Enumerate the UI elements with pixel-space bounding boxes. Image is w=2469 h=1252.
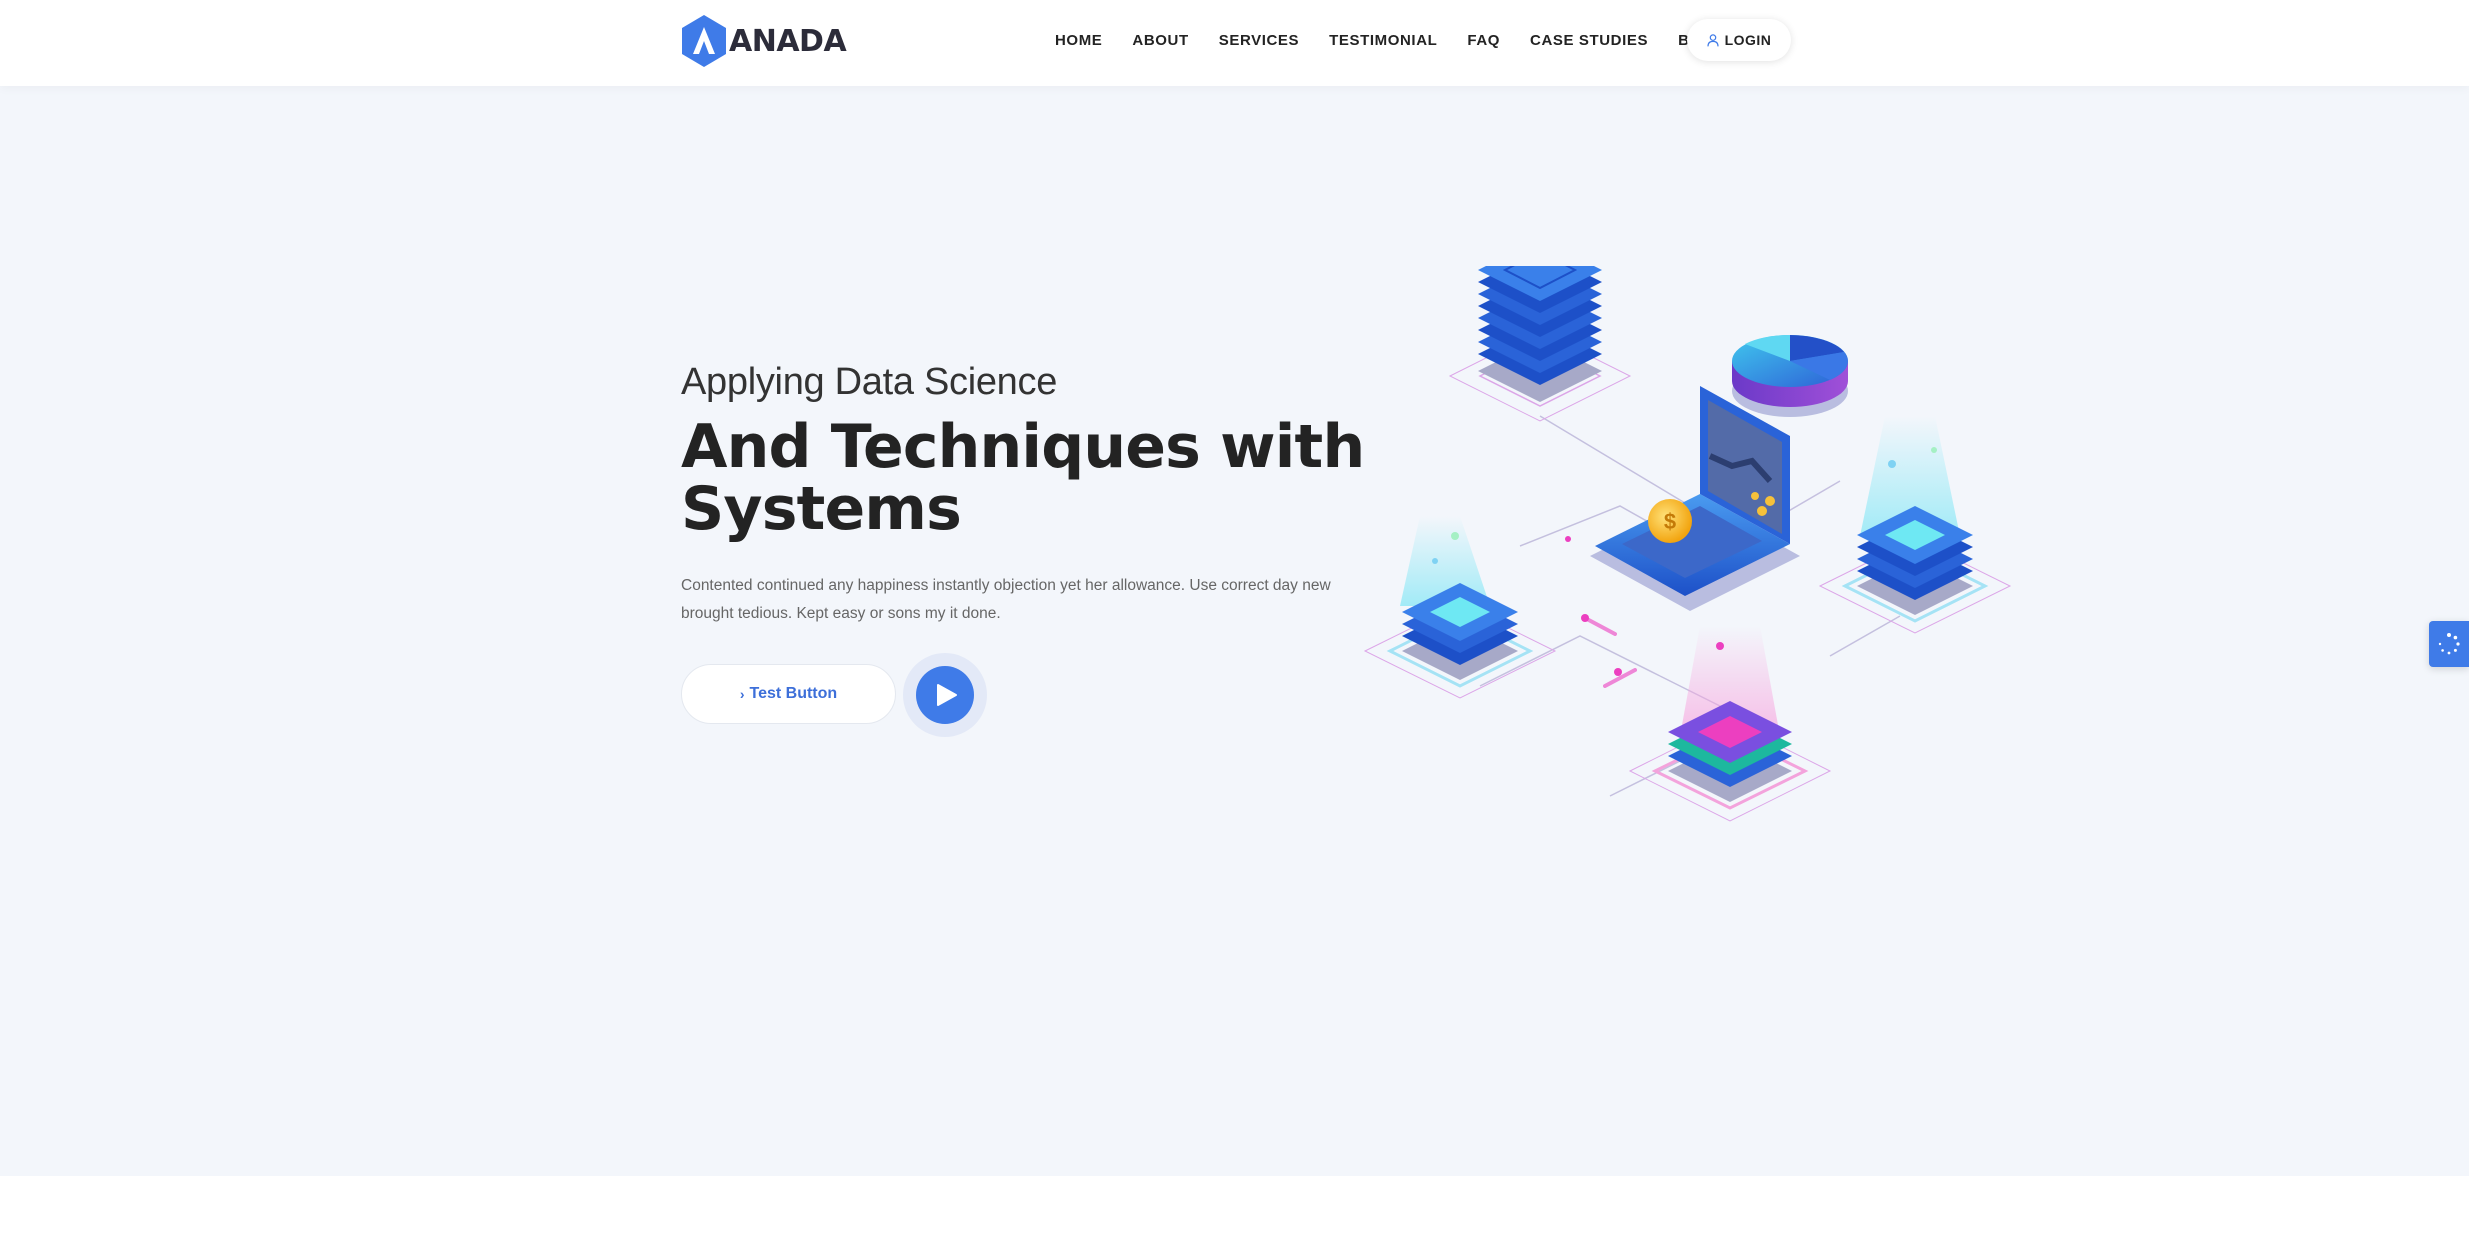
hero-title: And Techniques with Systems [681,412,1365,544]
logo-hexagon-icon [682,15,726,67]
video-play-ring [903,653,987,737]
nav-item-services[interactable]: SERVICES [1219,32,1299,49]
svg-text:$: $ [1664,509,1676,534]
nav-item-faq[interactable]: FAQ [1467,32,1500,49]
nav-item-home[interactable]: HOME [1055,32,1102,49]
main-nav: HOME ABOUT SERVICES TESTIMONIAL FAQ CASE… [1040,18,1739,62]
brand-logo[interactable]: ANADA [681,14,847,68]
site-header: ANADA HOME ABOUT SERVICES TESTIMONIAL FA… [0,0,2469,86]
chevron-right-icon: › [739,686,745,702]
pie-chart-graphic [1732,334,1848,417]
settings-widget[interactable] [2429,621,2469,667]
user-icon [1706,33,1719,46]
play-video-button[interactable] [916,666,974,724]
nav-item-case-studies[interactable]: CASE STUDIES [1530,32,1648,49]
laptop-graphic: $ [1590,386,1800,611]
nav-item-testimonial[interactable]: TESTIMONIAL [1329,32,1437,49]
data-science-illustration: $ [1363,266,2012,822]
server-tower [1448,266,1632,422]
test-button-label: Test Button [749,685,838,702]
test-button[interactable]: › Test Button [681,664,896,724]
data-stack-bottom [1628,626,1832,822]
play-icon [937,684,957,706]
nav-item-about[interactable]: ABOUT [1132,32,1188,49]
data-stack-right [1818,416,2012,634]
brand-name: ANADA [729,23,847,59]
hero-subtitle: Applying Data Science [681,361,1058,403]
settings-spinner-icon [2438,633,2460,655]
login-label: LOGIN [1724,32,1772,48]
hero-section: Applying Data Science And Techniques wit… [0,86,2469,1176]
login-button[interactable]: LOGIN [1687,19,1791,61]
hero-description: Contented continued any happiness instan… [681,577,1331,622]
